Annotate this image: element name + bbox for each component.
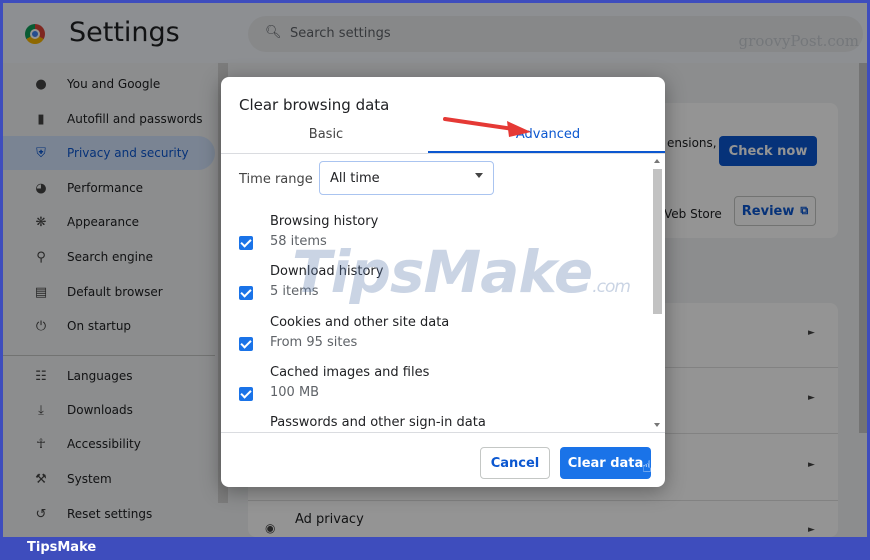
- checkbox-checked[interactable]: [239, 286, 253, 300]
- clear-browsing-data-dialog: Clear browsing data Basic Advanced Time …: [221, 77, 665, 487]
- dialog-footer-divider: [221, 432, 665, 433]
- scroll-down-icon[interactable]: [654, 423, 660, 427]
- checkbox-title: Browsing history: [270, 214, 379, 229]
- hand-cursor-icon: ☝: [642, 457, 652, 476]
- checkbox-title: Passwords and other sign-in data: [270, 415, 486, 430]
- tab-basic[interactable]: Basic: [221, 127, 431, 153]
- checkbox-subtitle: 5 items: [270, 284, 319, 299]
- active-tab-indicator: [428, 151, 665, 153]
- scroll-up-icon[interactable]: [654, 159, 660, 163]
- checkbox-row-cookies[interactable]: Cookies and other site data From 95 site…: [221, 315, 651, 365]
- checkbox-title: Cached images and files: [270, 365, 430, 380]
- checkbox-row-browsing-history[interactable]: Browsing history 58 items: [221, 214, 651, 264]
- time-range-label: Time range: [239, 172, 313, 187]
- checkbox-row-cached-images[interactable]: Cached images and files 100 MB: [221, 365, 651, 415]
- checkbox-subtitle: 58 items: [270, 234, 327, 249]
- checkbox-checked[interactable]: [239, 236, 253, 250]
- dialog-title: Clear browsing data: [239, 96, 390, 114]
- banner-text: TipsMake: [27, 540, 97, 555]
- checkbox-checked[interactable]: [239, 387, 253, 401]
- clear-data-button[interactable]: Clear data: [560, 447, 651, 479]
- checkbox-title: Download history: [270, 264, 384, 279]
- checkbox-subtitle: From 95 sites: [270, 335, 358, 350]
- tab-divider: [221, 153, 665, 154]
- chevron-down-icon: [475, 173, 483, 178]
- time-range-dropdown[interactable]: All time: [319, 161, 494, 195]
- list-scrollbar-thumb[interactable]: [653, 169, 662, 314]
- cancel-button[interactable]: Cancel: [480, 447, 550, 479]
- red-arrow-annotation-icon: [443, 117, 531, 137]
- checkbox-row-download-history[interactable]: Download history 5 items: [221, 264, 651, 314]
- time-range-value: All time: [330, 171, 380, 186]
- checkbox-row-passwords[interactable]: Passwords and other sign-in data: [221, 415, 651, 432]
- checkbox-title: Cookies and other site data: [270, 315, 450, 330]
- checkbox-subtitle: 100 MB: [270, 385, 320, 400]
- checkbox-checked[interactable]: [239, 337, 253, 351]
- bottom-banner: TipsMake: [0, 537, 870, 560]
